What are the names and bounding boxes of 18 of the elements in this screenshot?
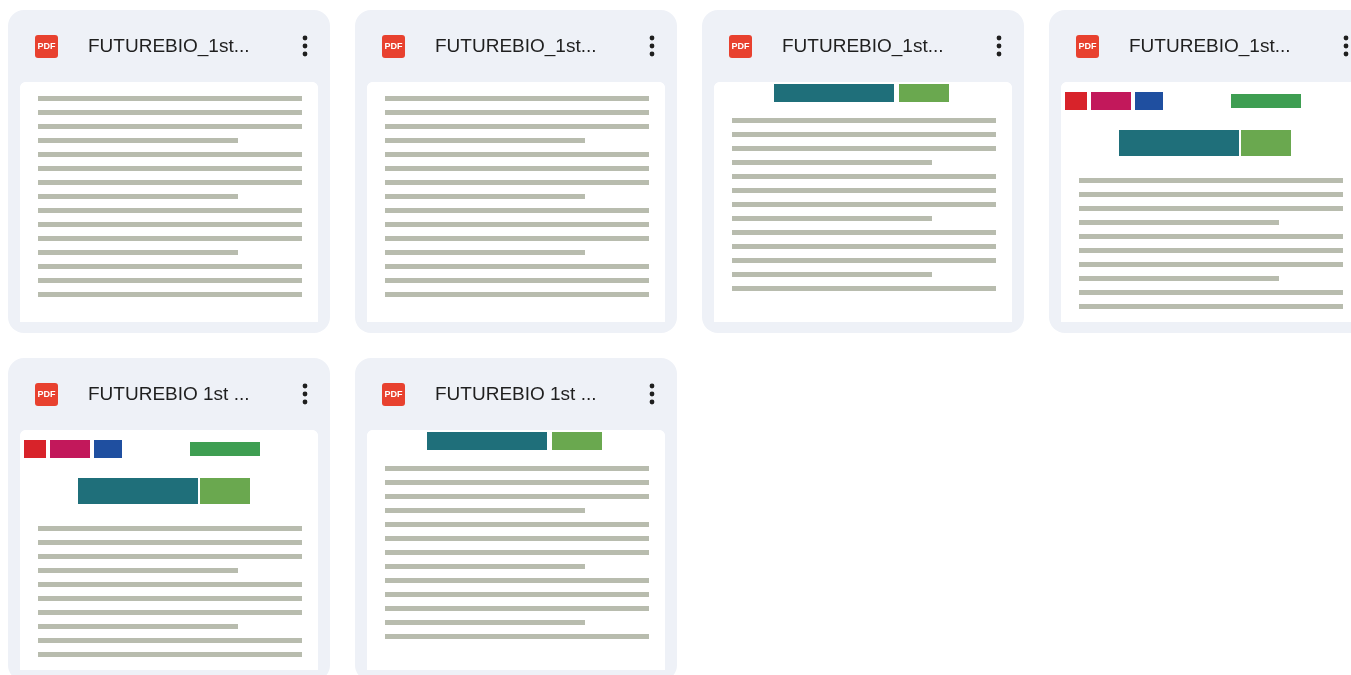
file-name[interactable]: FUTUREBIO_1st... [435, 35, 641, 57]
file-name[interactable]: FUTUREBIO_1st... [1129, 35, 1335, 57]
file-name[interactable]: FUTUREBIO_1st... [88, 35, 294, 57]
pdf-icon: PDF [35, 382, 58, 406]
file-card[interactable]: PDF FUTUREBIO 1st ... [355, 358, 677, 675]
pdf-icon: PDF [1076, 34, 1099, 58]
file-card[interactable]: PDF FUTUREBIO_1st... [702, 10, 1024, 333]
pdf-icon: PDF [382, 34, 405, 58]
pdf-icon: PDF [35, 34, 58, 58]
file-name[interactable]: FUTUREBIO 1st ... [88, 383, 294, 405]
file-name[interactable]: FUTUREBIO 1st ... [435, 383, 641, 405]
file-card[interactable]: PDF FUTUREBIO_1st... [8, 10, 330, 333]
file-card[interactable]: PDF FUTUREBIO_1st... [355, 10, 677, 333]
file-name[interactable]: FUTUREBIO_1st... [782, 35, 988, 57]
pdf-icon: PDF [729, 34, 752, 58]
pdf-icon: PDF [382, 382, 405, 406]
file-card[interactable]: PDF FUTUREBIO 1st ... [8, 358, 330, 675]
file-card[interactable]: PDF FUTUREBIO_1st... [1049, 10, 1351, 333]
